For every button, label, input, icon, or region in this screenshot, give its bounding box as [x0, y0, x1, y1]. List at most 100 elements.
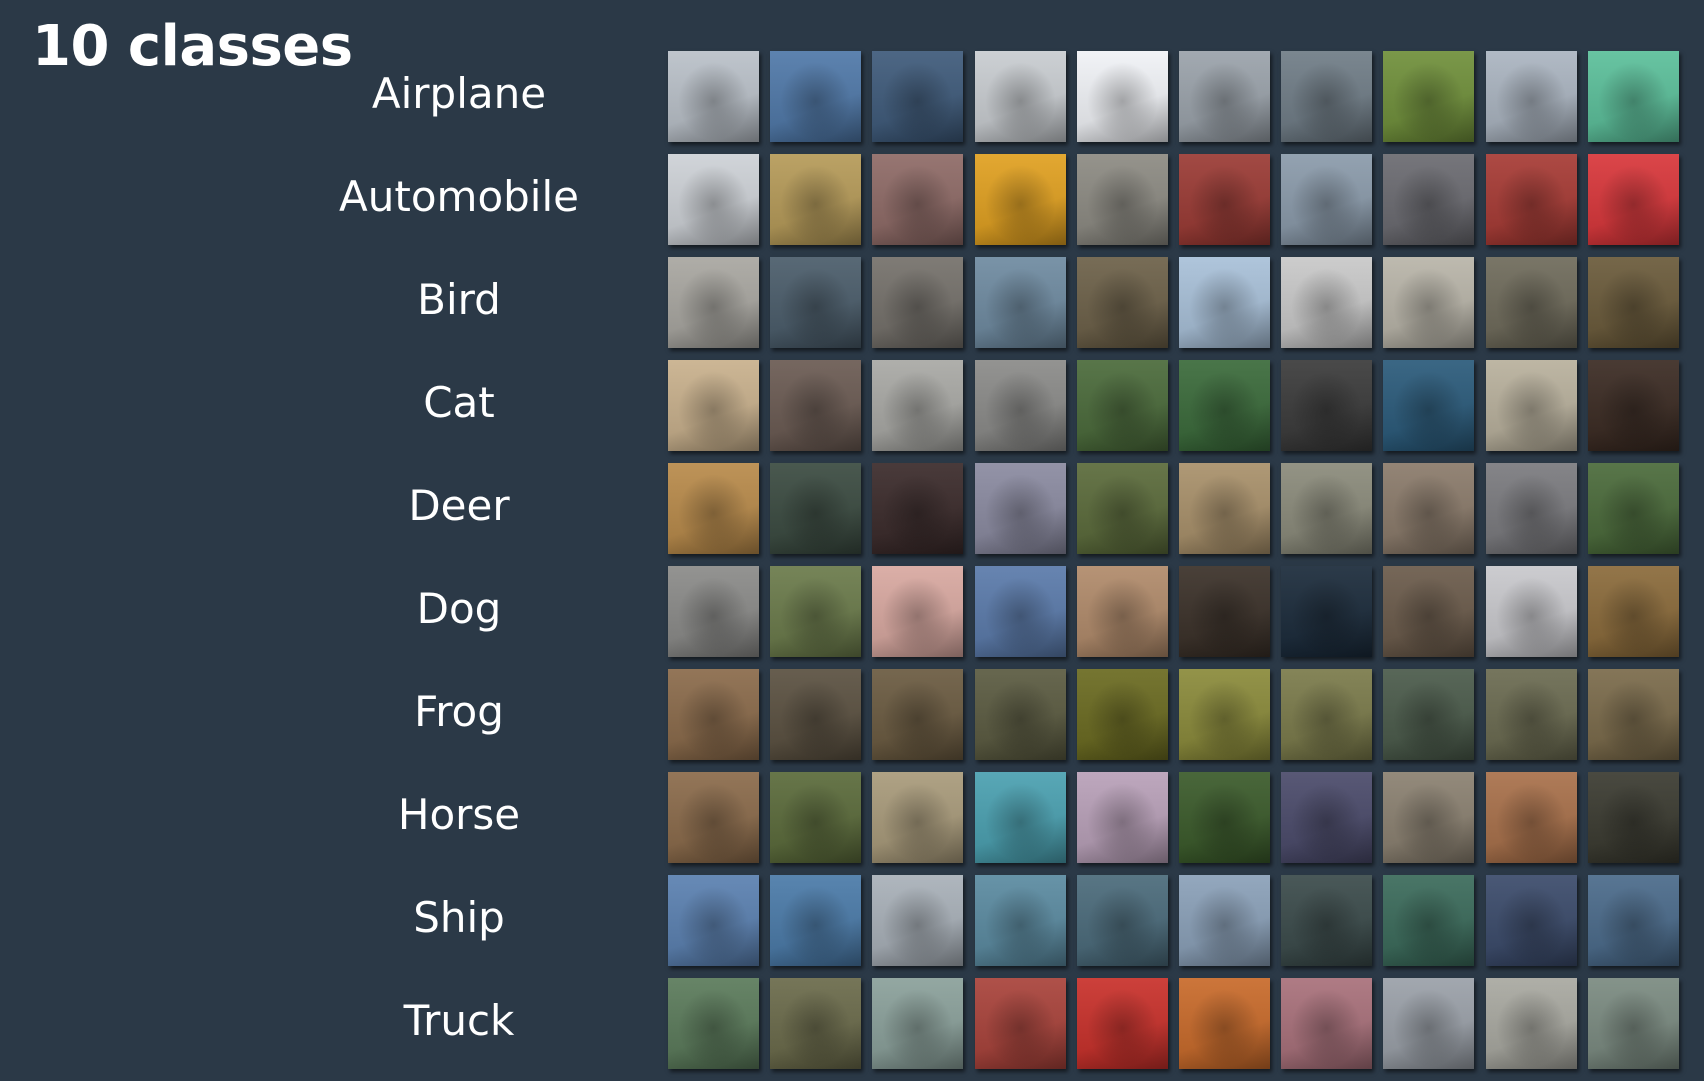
sample-image-horse-9	[1485, 772, 1577, 863]
sample-image-horse-8	[1383, 772, 1475, 863]
class-label-column: Airplane Automobile Bird Cat Deer Dog Frog Hors…	[300, 49, 618, 1079]
sample-image-airplane-3	[872, 51, 964, 142]
sample-image-dog-4	[974, 566, 1066, 657]
sample-image-bird-9	[1485, 257, 1577, 348]
class-label-deer: Deer	[408, 481, 510, 530]
sample-image-dog-8	[1383, 566, 1475, 657]
sample-image-dog-3	[872, 566, 964, 657]
sample-image-airplane-8	[1383, 51, 1475, 142]
sample-image-dog-1	[668, 566, 759, 657]
sample-image-cat-5	[1076, 360, 1168, 451]
sample-image-bird-5	[1076, 257, 1168, 348]
sample-image-cat-9	[1485, 360, 1577, 451]
class-label-truck: Truck	[403, 996, 515, 1045]
class-label-automobile: Automobile	[339, 172, 579, 221]
sample-image-frog-7	[1281, 669, 1373, 760]
sample-image-bird-10	[1587, 257, 1679, 348]
sample-image-automobile-1	[668, 154, 759, 245]
sample-image-frog-9	[1485, 669, 1577, 760]
sample-image-dog-5	[1076, 566, 1168, 657]
sample-image-airplane-2	[770, 51, 862, 142]
sample-image-truck-8	[1383, 978, 1475, 1069]
sample-image-bird-3	[872, 257, 964, 348]
sample-image-truck-1	[668, 978, 759, 1069]
sample-image-dog-2	[770, 566, 862, 657]
sample-image-frog-4	[974, 669, 1066, 760]
sample-image-bird-8	[1383, 257, 1475, 348]
sample-image-cat-7	[1281, 360, 1373, 451]
sample-image-ship-4	[974, 875, 1066, 966]
sample-image-cat-2	[770, 360, 862, 451]
sample-image-deer-7	[1281, 463, 1373, 554]
sample-image-ship-9	[1485, 875, 1577, 966]
sample-image-automobile-6	[1178, 154, 1270, 245]
sample-image-deer-1	[668, 463, 759, 554]
sample-image-frog-6	[1178, 669, 1270, 760]
sample-image-bird-2	[770, 257, 862, 348]
sample-image-cat-3	[872, 360, 964, 451]
sample-image-ship-3	[872, 875, 964, 966]
class-label-horse: Horse	[397, 790, 521, 839]
sample-image-truck-7	[1281, 978, 1373, 1069]
sample-image-deer-3	[872, 463, 964, 554]
sample-image-deer-8	[1383, 463, 1475, 554]
sample-image-truck-9	[1485, 978, 1577, 1069]
sample-image-deer-4	[974, 463, 1066, 554]
sample-image-automobile-9	[1485, 154, 1577, 245]
sample-image-automobile-2	[770, 154, 862, 245]
sample-image-cat-4	[974, 360, 1066, 451]
sample-image-airplane-1	[668, 51, 759, 142]
sample-image-frog-10	[1587, 669, 1679, 760]
sample-image-automobile-10	[1587, 154, 1679, 245]
sample-image-truck-10	[1587, 978, 1679, 1069]
sample-image-bird-4	[974, 257, 1066, 348]
sample-image-ship-8	[1383, 875, 1475, 966]
sample-image-horse-5	[1076, 772, 1168, 863]
sample-image-bird-7	[1281, 257, 1373, 348]
sample-image-airplane-7	[1281, 51, 1373, 142]
sample-image-airplane-9	[1485, 51, 1577, 142]
sample-image-truck-2	[770, 978, 862, 1069]
sample-image-deer-2	[770, 463, 862, 554]
sample-image-bird-1	[668, 257, 759, 348]
sample-image-frog-8	[1383, 669, 1475, 760]
sample-image-truck-3	[872, 978, 964, 1069]
sample-image-cat-1	[668, 360, 759, 451]
sample-image-truck-6	[1178, 978, 1270, 1069]
sample-image-dog-6	[1178, 566, 1270, 657]
class-label-bird: Bird	[417, 275, 501, 324]
sample-image-automobile-3	[872, 154, 964, 245]
sample-image-horse-7	[1281, 772, 1373, 863]
sample-image-truck-4	[974, 978, 1066, 1069]
sample-image-ship-1	[668, 875, 759, 966]
sample-image-cat-10	[1587, 360, 1679, 451]
sample-image-deer-9	[1485, 463, 1577, 554]
sample-image-grid	[668, 51, 1679, 1069]
sample-image-automobile-8	[1383, 154, 1475, 245]
sample-image-horse-4	[974, 772, 1066, 863]
sample-image-deer-10	[1587, 463, 1679, 554]
sample-image-horse-6	[1178, 772, 1270, 863]
sample-image-frog-1	[668, 669, 759, 760]
class-label-dog: Dog	[416, 584, 502, 633]
sample-image-airplane-10	[1587, 51, 1679, 142]
class-label-airplane: Airplane	[371, 69, 547, 118]
sample-image-airplane-5	[1076, 51, 1168, 142]
sample-image-airplane-6	[1178, 51, 1270, 142]
sample-image-horse-2	[770, 772, 862, 863]
sample-image-frog-2	[770, 669, 862, 760]
sample-image-cat-6	[1178, 360, 1270, 451]
sample-image-cat-8	[1383, 360, 1475, 451]
sample-image-deer-5	[1076, 463, 1168, 554]
sample-image-bird-6	[1178, 257, 1270, 348]
sample-image-airplane-4	[974, 51, 1066, 142]
sample-image-ship-2	[770, 875, 862, 966]
class-label-ship: Ship	[413, 893, 505, 942]
sample-image-ship-5	[1076, 875, 1168, 966]
sample-image-dog-9	[1485, 566, 1577, 657]
sample-image-frog-3	[872, 669, 964, 760]
sample-image-dog-10	[1587, 566, 1679, 657]
sample-image-ship-6	[1178, 875, 1270, 966]
sample-image-automobile-7	[1281, 154, 1373, 245]
sample-image-automobile-4	[974, 154, 1066, 245]
